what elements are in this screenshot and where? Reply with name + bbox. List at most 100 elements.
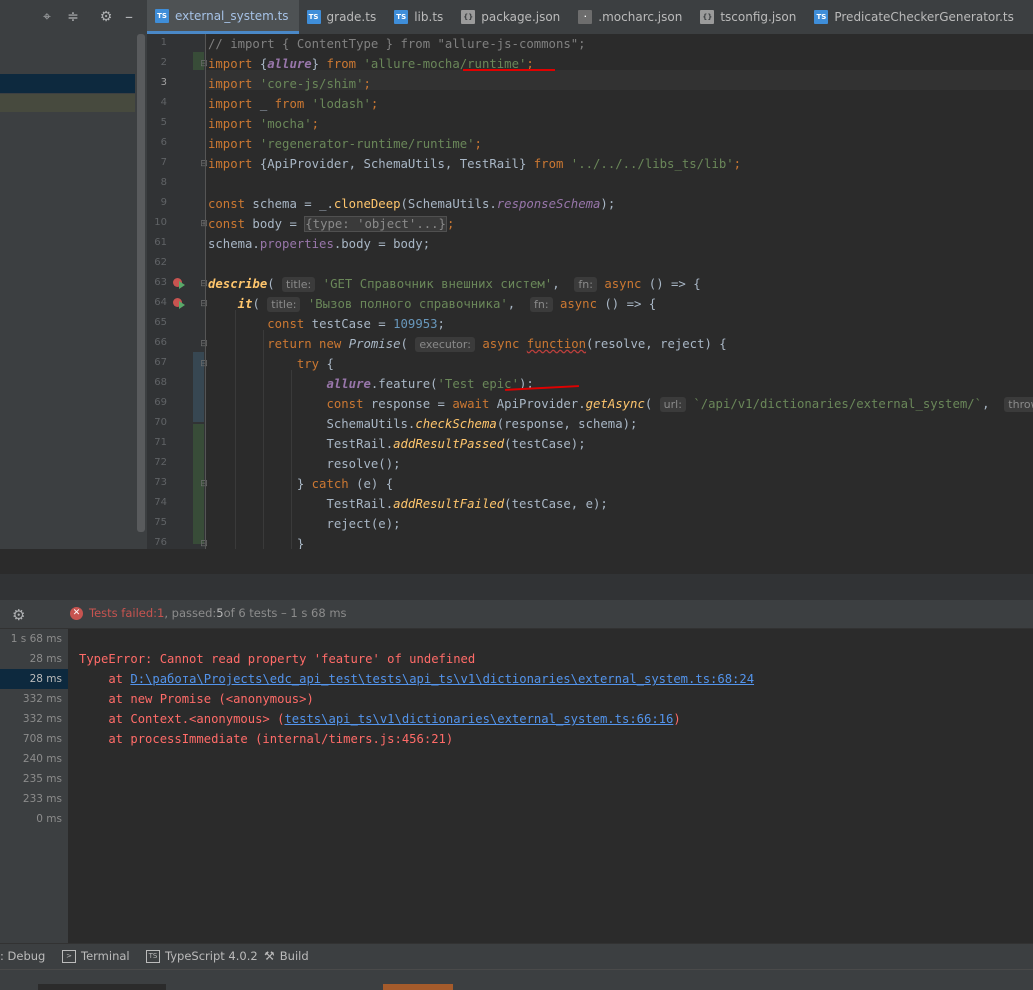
fold-icon[interactable]: ⊟ xyxy=(200,160,208,169)
fold-icon[interactable]: ⊞ xyxy=(200,220,208,229)
editor-tab-bar: ⌖ ≑ ⚙ – TS external_system.ts TS grade.t… xyxy=(0,0,1033,35)
line-number: 71 xyxy=(154,437,167,448)
status-segment xyxy=(38,984,166,990)
code-editor[interactable]: 1 2 3 4 5 6 7 8 9 10 61 62 63 64 65 66 6… xyxy=(147,34,1033,549)
test-duration[interactable]: 235 ms xyxy=(0,769,62,789)
collapse-all-icon[interactable]: ≑ xyxy=(64,8,82,26)
project-panel xyxy=(0,34,147,574)
line-number: 2 xyxy=(160,57,167,68)
typescript-file-icon: TS xyxy=(394,10,409,24)
tab-mocharc[interactable]: · .mocharc.json xyxy=(570,0,692,34)
line-number: 72 xyxy=(154,457,167,468)
run-toolbar: ⚙ ✕ Tests failed: 1, passed: 5 of 6 test… xyxy=(0,600,1033,629)
tab-package-json[interactable]: {} package.json xyxy=(453,0,570,34)
gear-icon[interactable]: ⚙ xyxy=(12,606,25,624)
line-number: 65 xyxy=(154,317,167,328)
test-duration[interactable]: 332 ms xyxy=(0,689,62,709)
line-number: 75 xyxy=(154,517,167,528)
code-line: it( title: 'Вызов полного справочника', … xyxy=(237,297,657,312)
test-duration[interactable]: 332 ms xyxy=(0,709,62,729)
tab-label: .mocharc.json xyxy=(598,10,683,24)
param-hint: title: xyxy=(267,297,301,312)
line-number: 6 xyxy=(160,137,167,148)
test-console-output: TypeError: Cannot read property 'feature… xyxy=(68,629,1033,943)
project-scrollbar[interactable] xyxy=(137,34,145,532)
test-duration[interactable]: 1 s 68 ms xyxy=(0,629,62,649)
tab-lib[interactable]: TS lib.ts xyxy=(386,0,453,34)
tab-external-system[interactable]: TS external_system.ts xyxy=(147,0,299,34)
panel-splitter[interactable] xyxy=(0,574,1033,600)
tab-tsconfig[interactable]: {} tsconfig.json xyxy=(692,0,806,34)
code-line: } catch (e) { xyxy=(296,477,394,491)
code-line: describe( title: 'GET Справочник внешних… xyxy=(208,277,701,292)
test-duration[interactable]: 708 ms xyxy=(0,729,62,749)
code-line: } xyxy=(296,537,305,549)
fold-icon[interactable]: ⊟ xyxy=(200,60,208,69)
test-status: ✕ Tests failed: 1, passed: 5 of 6 tests … xyxy=(70,606,347,620)
line-number: 76 xyxy=(154,537,167,548)
line-number: 1 xyxy=(160,37,167,48)
tab-label: grade.ts xyxy=(326,10,377,24)
code-line: return new Promise( executor: async func… xyxy=(267,337,727,352)
param-hint: fn: xyxy=(529,297,553,312)
test-duration[interactable]: 240 ms xyxy=(0,749,62,769)
fold-icon[interactable]: ⊟ xyxy=(200,360,208,369)
line-number: 66 xyxy=(154,337,167,348)
folded-region[interactable]: {type: 'object'...} xyxy=(304,216,447,232)
terminal-icon: > xyxy=(62,949,76,963)
fold-icon[interactable]: ⊟ xyxy=(200,280,208,289)
fold-icon[interactable]: ⊟ xyxy=(200,480,208,489)
project-tree-row[interactable] xyxy=(0,94,135,112)
line-number: 68 xyxy=(154,377,167,388)
tab-label: lib.ts xyxy=(414,10,444,24)
tab-grade[interactable]: TS grade.ts xyxy=(299,0,387,34)
json-file-icon: {} xyxy=(461,10,476,24)
project-toolbar: ⌖ ≑ ⚙ – xyxy=(0,0,147,34)
line-number: 4 xyxy=(160,97,167,108)
code-line: const body = {type: 'object'...}; xyxy=(208,216,455,232)
code-line: const schema = _.cloneDeep(SchemaUtils.r… xyxy=(208,197,616,211)
line-number: 7 xyxy=(160,157,167,168)
status-bar xyxy=(0,969,1033,990)
stack-line: at processImmediate (internal/timers.js:… xyxy=(79,732,454,746)
test-duration[interactable]: 28 ms xyxy=(0,649,62,669)
code-line: import {allure} from 'allure-mocha/runti… xyxy=(208,57,534,71)
gutter-divider xyxy=(205,34,206,549)
code-line: reject(e); xyxy=(326,517,401,531)
line-number: 74 xyxy=(154,497,167,508)
hammer-icon: ⚒ xyxy=(264,949,275,963)
editor-gutter: 1 2 3 4 5 6 7 8 9 10 61 62 63 64 65 66 6… xyxy=(147,34,208,549)
terminal-tool-button[interactable]: > Terminal xyxy=(62,949,130,963)
gear-icon[interactable]: ⚙ xyxy=(97,8,115,26)
param-hint: throwError: xyxy=(1004,397,1033,412)
project-tree-selected-row[interactable] xyxy=(0,74,135,93)
fold-icon[interactable]: ⊟ xyxy=(200,540,208,549)
error-icon: ✕ xyxy=(70,606,83,620)
code-line: import 'regenerator-runtime/runtime'; xyxy=(208,137,482,151)
tool-window-bar: : Debug > Terminal TS TypeScript 4.0.2 ⚒… xyxy=(0,943,1033,970)
code-line: resolve(); xyxy=(326,457,401,471)
line-number: 62 xyxy=(154,257,167,268)
locate-icon[interactable]: ⌖ xyxy=(38,8,56,26)
line-number: 63 xyxy=(154,277,167,288)
run-test-icon[interactable] xyxy=(173,278,185,290)
build-tool-button[interactable]: ⚒ Build xyxy=(264,949,309,963)
debug-tool-button[interactable]: : Debug xyxy=(0,949,45,963)
line-number: 10 xyxy=(154,217,167,228)
code-line: import _ from 'lodash'; xyxy=(208,97,379,111)
tab-predicate-checker[interactable]: TS PredicateCheckerGenerator.ts xyxy=(806,0,1023,34)
test-duration-selected[interactable]: 28 ms xyxy=(0,669,68,689)
stack-link[interactable]: D:\работа\Projects\edc_api_test\tests\ap… xyxy=(130,672,754,686)
typescript-tool-button[interactable]: TS TypeScript 4.0.2 xyxy=(146,949,258,963)
line-number: 73 xyxy=(154,477,167,488)
test-duration[interactable]: 0 ms xyxy=(0,809,62,829)
fold-icon[interactable]: ⊟ xyxy=(200,340,208,349)
code-line: TestRail.addResultPassed(testCase); xyxy=(326,437,586,451)
code-line: // import { ContentType } from "allure-j… xyxy=(208,37,586,51)
minimize-icon[interactable]: – xyxy=(120,8,138,26)
test-duration[interactable]: 233 ms xyxy=(0,789,62,809)
stack-link[interactable]: tests\api_ts\v1\dictionaries\external_sy… xyxy=(284,712,673,726)
run-test-icon[interactable] xyxy=(173,298,185,310)
fold-icon[interactable]: ⊟ xyxy=(200,300,208,309)
tab-label: PredicateCheckerGenerator.ts xyxy=(834,10,1014,24)
